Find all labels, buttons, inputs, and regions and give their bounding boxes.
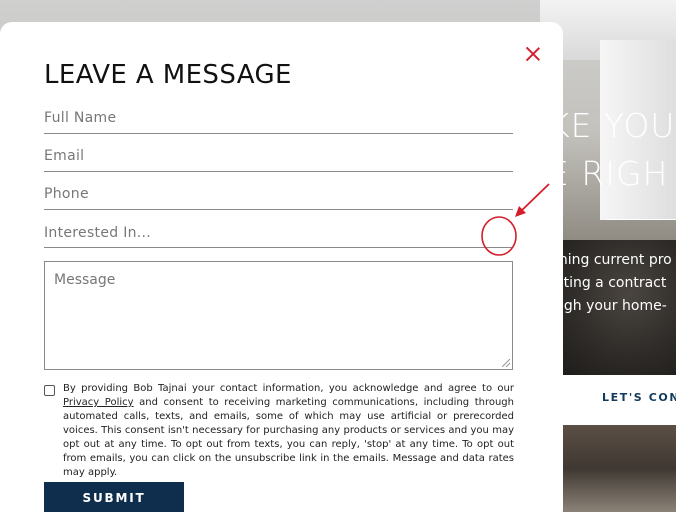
resize-grip-icon[interactable] xyxy=(502,359,510,367)
consent-text-before: By providing Bob Tajnai your contact inf… xyxy=(63,383,514,394)
phone-input[interactable] xyxy=(44,184,513,202)
full-name-input[interactable] xyxy=(44,108,513,126)
message-textarea[interactable] xyxy=(45,262,512,369)
lets-connect-link[interactable]: LET'S CONN xyxy=(602,391,676,404)
phone-field xyxy=(44,184,513,210)
submit-button[interactable]: SUBMIT xyxy=(44,482,184,512)
privacy-policy-link[interactable]: Privacy Policy xyxy=(63,397,134,408)
modal-title: LEAVE A MESSAGE xyxy=(44,60,292,90)
interested-in-select[interactable] xyxy=(44,223,513,241)
hero-heading-line2: E RIGH xyxy=(548,154,669,193)
hero-paragraph-line1: ining current pro xyxy=(555,252,672,268)
hero-paragraph-line3: ugh your home- xyxy=(555,298,667,314)
message-field xyxy=(44,261,513,370)
hero-divider xyxy=(606,219,676,220)
close-icon[interactable] xyxy=(524,45,542,63)
hero-heading-line1: KE YOU xyxy=(548,106,676,145)
email-input[interactable] xyxy=(44,146,513,164)
lower-image xyxy=(560,425,676,512)
hero-paragraph-line2: ating a contract xyxy=(555,275,667,291)
consent-text-after: and consent to receiving marketing commu… xyxy=(63,397,514,478)
consent-checkbox[interactable] xyxy=(44,385,55,396)
interested-in-field xyxy=(44,223,513,248)
email-field xyxy=(44,146,513,172)
full-name-field xyxy=(44,108,513,134)
consent-text: By providing Bob Tajnai your contact inf… xyxy=(63,382,514,480)
